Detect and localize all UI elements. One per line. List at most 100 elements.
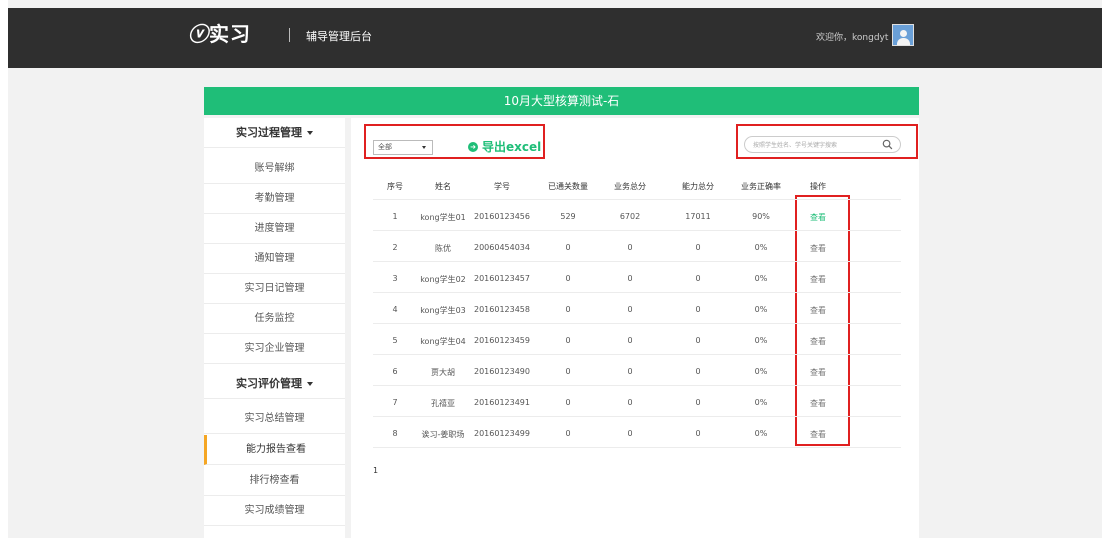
sidebar-item[interactable]: 排行榜查看: [204, 466, 345, 496]
column-header: 操作: [810, 182, 826, 191]
table-cell: 0: [565, 429, 571, 438]
table-cell: 1: [392, 212, 398, 221]
table-cell: 0: [695, 274, 701, 283]
sidebar-item-label: 进度管理: [254, 223, 295, 234]
table-cell: 0: [695, 305, 701, 314]
column-header: 姓名: [435, 182, 451, 191]
table-cell: 20160123491: [474, 398, 530, 407]
column-header: 已通关数量: [548, 182, 588, 191]
sidebar-item[interactable]: 考勤管理: [204, 184, 345, 214]
export-excel-button[interactable]: ➜ 导出excel: [468, 138, 541, 155]
search-input[interactable]: [753, 139, 871, 151]
table-cell: 20160123459: [474, 336, 530, 345]
table-cell: 0: [627, 274, 633, 283]
table-cell: 3: [392, 274, 398, 283]
table-cell: 0%: [754, 274, 768, 283]
filter-select[interactable]: 全部: [373, 140, 433, 155]
sidebar-item[interactable]: 实习日记管理: [204, 274, 345, 304]
table-cell: 20060454034: [474, 243, 530, 252]
table-cell: 90%: [752, 212, 770, 221]
header-divider-line: [373, 199, 901, 200]
view-link[interactable]: 查看: [798, 336, 838, 347]
sidebar-item[interactable]: 任务监控: [204, 304, 345, 334]
export-label: 导出excel: [482, 140, 542, 154]
view-link[interactable]: 查看: [798, 429, 838, 440]
table-cell: 6702: [619, 212, 641, 221]
table-cell: 20160123457: [474, 274, 530, 283]
table-cell: 0: [565, 398, 571, 407]
table-cell: 0: [695, 336, 701, 345]
user-avatar[interactable]: [892, 24, 914, 46]
table-cell: 0%: [754, 367, 768, 376]
table-cell: 0%: [754, 243, 768, 252]
sidebar-item[interactable]: 账号解绑: [204, 154, 345, 184]
top-navigation-bar: [8, 8, 1102, 68]
view-link[interactable]: 查看: [798, 398, 838, 409]
table-row-divider: [373, 447, 901, 448]
logo-mark-icon: ⓥ: [188, 22, 209, 46]
table-cell: 诶习-姜职场: [421, 430, 465, 439]
view-link[interactable]: 查看: [798, 243, 838, 254]
table-cell: 8: [392, 429, 398, 438]
exam-title-bar: 10月大型核算测试-石: [204, 87, 919, 115]
table-cell: 孔禧亚: [431, 399, 455, 408]
table-cell: kong学生03: [420, 306, 466, 315]
table-cell: 17011: [685, 212, 711, 221]
table-row-divider: [373, 230, 901, 231]
table-cell: 0: [695, 398, 701, 407]
table-cell: 4: [392, 305, 398, 314]
caret-down-icon: [307, 131, 313, 135]
table-row-divider: [373, 261, 901, 262]
caret-down-icon: [307, 382, 313, 386]
table-cell: 0%: [754, 336, 768, 345]
sidebar-item-label: 考勤管理: [254, 193, 295, 204]
sidebar-item-label: 实习企业管理: [244, 343, 305, 354]
sidebar-item[interactable]: 能力报告查看: [204, 435, 345, 465]
table-cell: kong学生01: [420, 213, 466, 222]
view-link[interactable]: 查看: [798, 274, 838, 285]
table-cell: 0: [627, 243, 633, 252]
app-logo[interactable]: ⓥ实习: [188, 18, 251, 47]
sidebar-item[interactable]: 实习总结管理: [204, 404, 345, 434]
sidebar-item-label: 实习日记管理: [244, 283, 305, 294]
sidebar-item[interactable]: 进度管理: [204, 214, 345, 244]
sidebar-item-label: 账号解绑: [254, 163, 295, 174]
export-icon: ➜: [468, 141, 478, 152]
sidebar-item[interactable]: 实习成绩管理: [204, 496, 345, 526]
sidebar-item-label: 任务监控: [254, 313, 295, 324]
sidebar-section-header[interactable]: 实习评价管理: [204, 369, 345, 399]
column-header: 业务总分: [614, 182, 646, 191]
table-cell: 2: [392, 243, 398, 252]
table-cell: kong学生02: [420, 275, 466, 284]
table-cell: 0: [627, 429, 633, 438]
logo-text: 实习: [209, 22, 251, 46]
sidebar-item-label: 实习总结管理: [244, 413, 305, 424]
pagination-page-1[interactable]: 1: [373, 466, 378, 475]
table-row-divider: [373, 323, 901, 324]
table-row-divider: [373, 416, 901, 417]
table-cell: 0: [565, 243, 571, 252]
avatar-head-icon: [900, 30, 907, 37]
table-cell: 0: [627, 305, 633, 314]
welcome-text: 欢迎你，kongdyt: [816, 33, 889, 43]
sidebar-item[interactable]: 通知管理: [204, 244, 345, 274]
table-cell: 0%: [754, 305, 768, 314]
table-cell: 0: [565, 367, 571, 376]
view-link[interactable]: 查看: [798, 367, 838, 378]
chevron-down-icon: [422, 146, 426, 149]
sidebar: 实习过程管理 账号解绑 考勤管理 进度管理 通知管理 实习日记管理 任务监控 实习企业管理 实习…: [204, 118, 345, 538]
sidebar-section-header[interactable]: 实习过程管理: [204, 118, 345, 148]
filter-select-value: 全部: [378, 143, 392, 151]
table-cell: 0%: [754, 429, 768, 438]
search-icon[interactable]: [882, 139, 893, 150]
sidebar-item-label: 实习过程管理: [236, 126, 302, 139]
view-link[interactable]: 查看: [798, 212, 838, 223]
table-cell: 陈优: [435, 244, 451, 253]
column-header: 学号: [494, 182, 510, 191]
table-cell: 0: [695, 429, 701, 438]
sidebar-item-label: 能力报告查看: [246, 444, 306, 455]
table-cell: 0: [565, 274, 571, 283]
column-header: 能力总分: [682, 182, 714, 191]
sidebar-item[interactable]: 实习企业管理: [204, 334, 345, 364]
view-link[interactable]: 查看: [798, 305, 838, 316]
